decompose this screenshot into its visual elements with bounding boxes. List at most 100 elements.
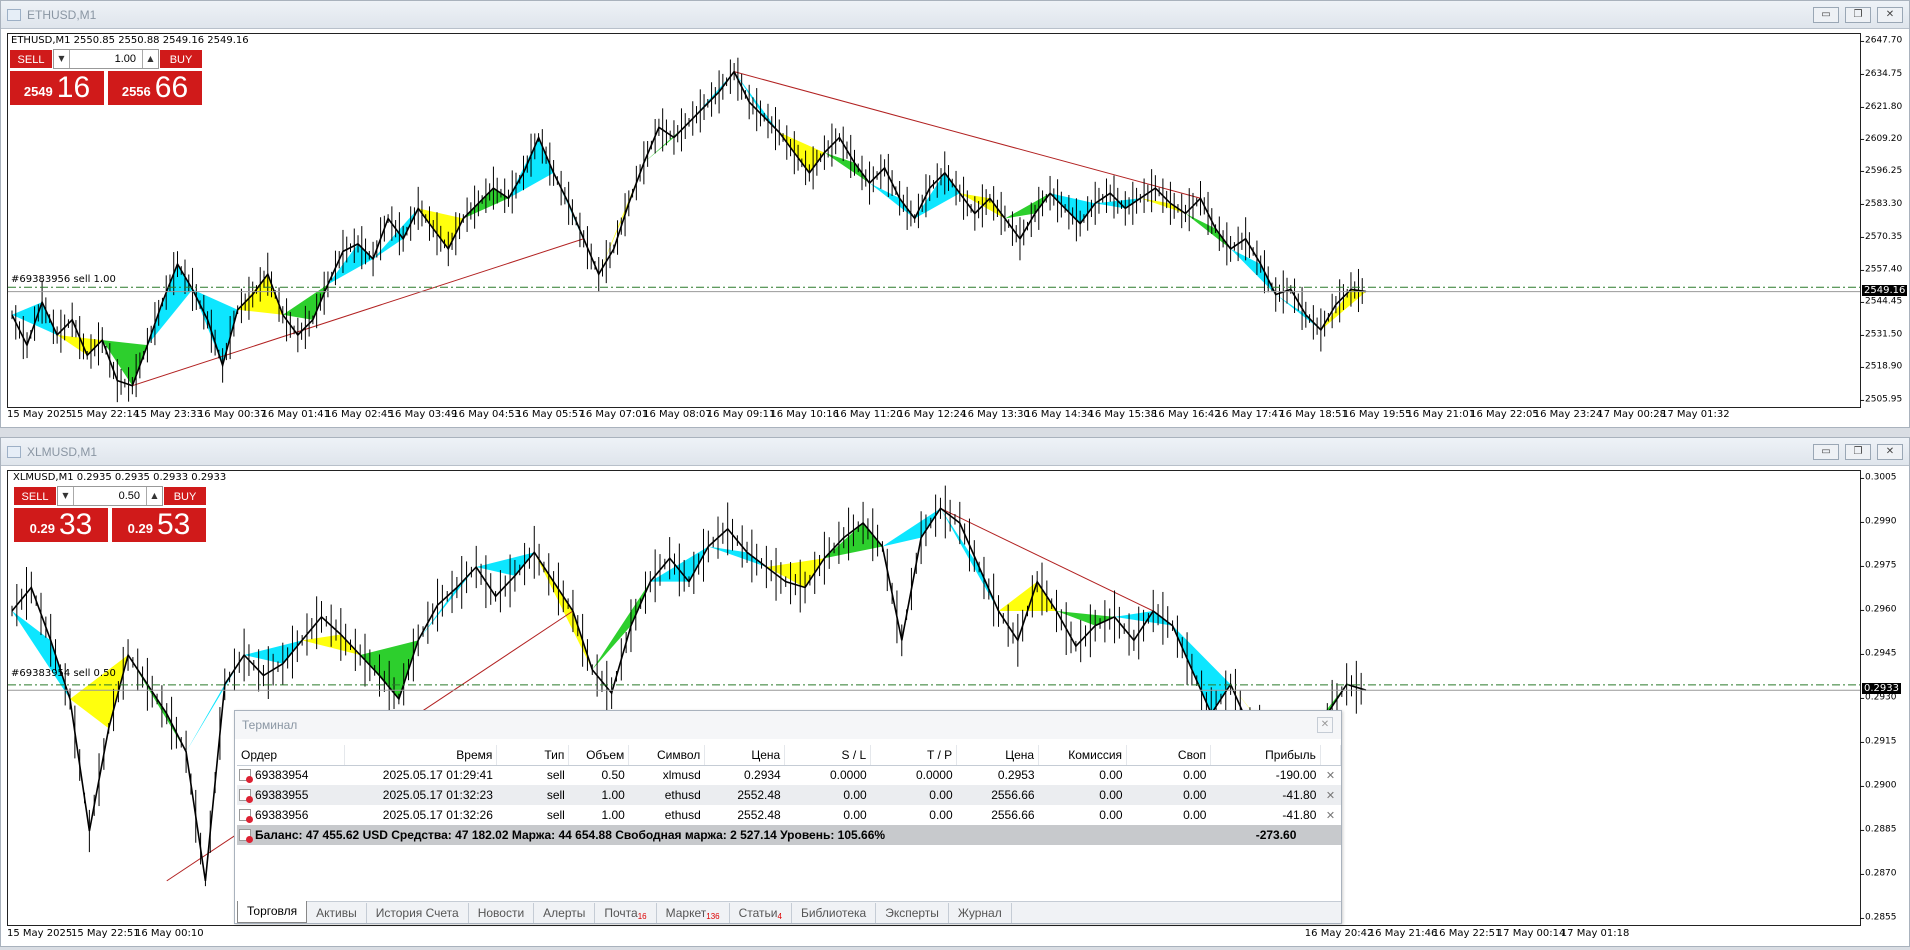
tp-cell[interactable]: 0.00 [870, 785, 957, 805]
xlmusd-order-label[interactable]: #69383954 sell 0.50 [11, 668, 116, 679]
table-row[interactable]: 69383956 2025.05.17 01:32:26 sell 1.00 e… [237, 805, 1341, 825]
time-tick-label: 16 May 07:01 [579, 409, 649, 420]
xlmusd-price-axis[interactable]: 0.3005 0.2990 0.2975 0.2960 0.2945 0.2930 0.29… [1860, 470, 1909, 926]
lot-increase-icon[interactable]: ▲ [142, 50, 158, 68]
sell-button[interactable]: SELL [13, 486, 57, 506]
terminal-title[interactable]: Терминал [235, 711, 1341, 739]
tab-3[interactable]: Новости [469, 903, 535, 923]
price-tick-label: 0.2870 [1860, 868, 1897, 879]
column-header-price[interactable]: Цена [704, 745, 786, 766]
volume-cell: 0.50 [601, 768, 625, 783]
xlmusd-window-title: XLMUSD,M1 [27, 444, 98, 459]
close-position-icon[interactable]: ✕ [1320, 785, 1341, 805]
sell-price-prefix: 2549 [23, 84, 53, 99]
time-tick-label: 16 May 08:07 [643, 409, 712, 420]
tab-1[interactable]: Активы [307, 903, 367, 923]
trend-line [734, 71, 1201, 199]
terminal-window[interactable]: Терминал ✕ Ордер Время Тип Объем Символ … [234, 710, 1342, 924]
sl-cell[interactable]: 0.00 [785, 805, 871, 825]
column-header-swap[interactable]: Своп [1126, 745, 1211, 766]
tab-label: История Счета [375, 906, 459, 920]
buy-price-button[interactable]: 0.29 53 [111, 507, 207, 543]
buy-price-pips: 53 [156, 508, 191, 541]
column-header-symbol[interactable]: Символ [628, 745, 706, 766]
tab-4[interactable]: Алерты [534, 903, 596, 923]
time-tick-label: 16 May 21:01 [1406, 409, 1476, 420]
tab-10[interactable]: Журнал [949, 903, 1012, 923]
lot-dropdown-icon[interactable]: ▼ [54, 50, 70, 68]
tab-9[interactable]: Эксперты [876, 903, 949, 923]
table-row[interactable]: 69383955 2025.05.17 01:32:23 sell 1.00 e… [237, 785, 1341, 805]
close-button[interactable]: ✕ [1877, 7, 1903, 23]
tab-2[interactable]: История Счета [367, 903, 469, 923]
sl-cell[interactable]: 0.00 [784, 785, 871, 805]
xlmusd-window-titlebar[interactable]: XLMUSD,M1 ▭ ❐ ✕ [1, 438, 1909, 466]
sell-price-button[interactable]: 0.29 33 [13, 507, 109, 543]
column-header-sl[interactable]: S / L [784, 745, 872, 766]
lot-dropdown-icon[interactable]: ▼ [58, 487, 74, 505]
time-tick-label: 16 May 13:30 [961, 409, 1030, 420]
column-header-current-price[interactable]: Цена [956, 745, 1040, 766]
time-tick-label: 17 May 00:28 [1597, 409, 1666, 420]
chart-window-icon [7, 8, 21, 21]
column-header-order[interactable]: Ордер [237, 745, 346, 766]
minimize-button[interactable]: ▭ [1813, 7, 1839, 23]
lot-size-input[interactable]: ▼ 0.50 ▲ [57, 486, 163, 506]
buy-button[interactable]: BUY [163, 486, 207, 506]
minimize-button[interactable]: ▭ [1813, 444, 1839, 460]
price-tick-label: 0.2885 [1860, 824, 1897, 835]
buy-button[interactable]: BUY [159, 49, 203, 69]
price-tick-label: 2634.75 [1860, 68, 1903, 79]
tab-badge: 16 [637, 912, 647, 921]
sell-price-prefix: 0.29 [29, 521, 55, 536]
column-header-type[interactable]: Тип [496, 745, 570, 766]
column-header-volume[interactable]: Объем [568, 745, 630, 766]
ethusd-plot-area[interactable] [7, 33, 1861, 408]
tp-cell[interactable]: 0.0000 [871, 765, 957, 785]
tab-5[interactable]: Почта16 [595, 903, 657, 923]
time-tick-label: 16 May 09:11 [706, 409, 776, 420]
restore-button[interactable]: ❐ [1845, 444, 1871, 460]
sl-cell[interactable]: 0.0000 [785, 765, 871, 785]
column-header-commission[interactable]: Комиссия [1038, 745, 1128, 766]
type-cell: sell [496, 785, 569, 805]
column-header-tp[interactable]: T / P [870, 745, 958, 766]
buy-price-button[interactable]: 2556 66 [107, 70, 203, 106]
current-price-label: 0.2933 [1862, 683, 1901, 695]
xlmusd-time-axis[interactable]: 15 May 2025 15 May 22:51 16 May 00:10 16 Ma… [7, 928, 1861, 946]
price-cell: 2552.48 [704, 785, 785, 805]
time-tick-label: 16 May 02:45 [325, 409, 394, 420]
symbol-cell: ethusd [628, 785, 705, 805]
tab-7[interactable]: Статьи4 [730, 903, 792, 923]
price-tick-label: 0.2945 [1860, 648, 1897, 659]
ethusd-symbol-info: ETHUSD,M1 2550.85 2550.88 2549.16 2549.1… [11, 35, 249, 46]
column-header-profit[interactable]: Прибыль [1210, 745, 1321, 766]
ethusd-window-titlebar[interactable]: ETHUSD,M1 ▭ ❐ ✕ [1, 1, 1909, 29]
restore-button[interactable]: ❐ [1845, 7, 1871, 23]
ethusd-time-axis[interactable]: 15 May 2025 15 May 22:14 15 May 23:33 16 Ma… [7, 409, 1861, 427]
lot-value[interactable]: 1.00 [70, 53, 142, 65]
close-position-icon[interactable]: ✕ [1320, 765, 1340, 785]
time-tick-label: 17 May 01:18 [1560, 928, 1630, 939]
ethusd-price-axis[interactable]: 2647.70 2634.75 2621.80 2609.20 2596.25 2583.… [1860, 33, 1909, 408]
sell-price-button[interactable]: 2549 16 [9, 70, 105, 106]
table-row[interactable]: 69383954 2025.05.17 01:29:41 sell 0.50 x… [237, 765, 1341, 785]
sell-button[interactable]: SELL [9, 49, 53, 69]
time-tick-label: 15 May 2025 [7, 409, 73, 420]
lot-increase-icon[interactable]: ▲ [146, 487, 162, 505]
sell-order-icon [239, 789, 253, 803]
close-icon[interactable]: ✕ [1317, 717, 1333, 733]
ethusd-chart-window[interactable]: ETHUSD,M1 ▭ ❐ ✕ ETHUSD,M1 2550.85 2550.8… [0, 0, 1910, 428]
tp-cell[interactable]: 0.00 [871, 805, 957, 825]
tab-8[interactable]: Библиотека [792, 903, 877, 923]
close-button[interactable]: ✕ [1877, 444, 1903, 460]
ethusd-order-label[interactable]: #69383956 sell 1.00 [11, 274, 116, 285]
volume-cell: 1.00 [568, 785, 629, 805]
chart-window-icon [7, 445, 21, 458]
lot-size-input[interactable]: ▼ 1.00 ▲ [53, 49, 159, 69]
tab-6[interactable]: Маркет136 [657, 903, 730, 923]
lot-value[interactable]: 0.50 [74, 490, 146, 502]
column-header-time[interactable]: Время [344, 745, 498, 766]
close-position-icon[interactable]: ✕ [1320, 805, 1340, 825]
tab-0[interactable]: Торговля [237, 901, 308, 923]
